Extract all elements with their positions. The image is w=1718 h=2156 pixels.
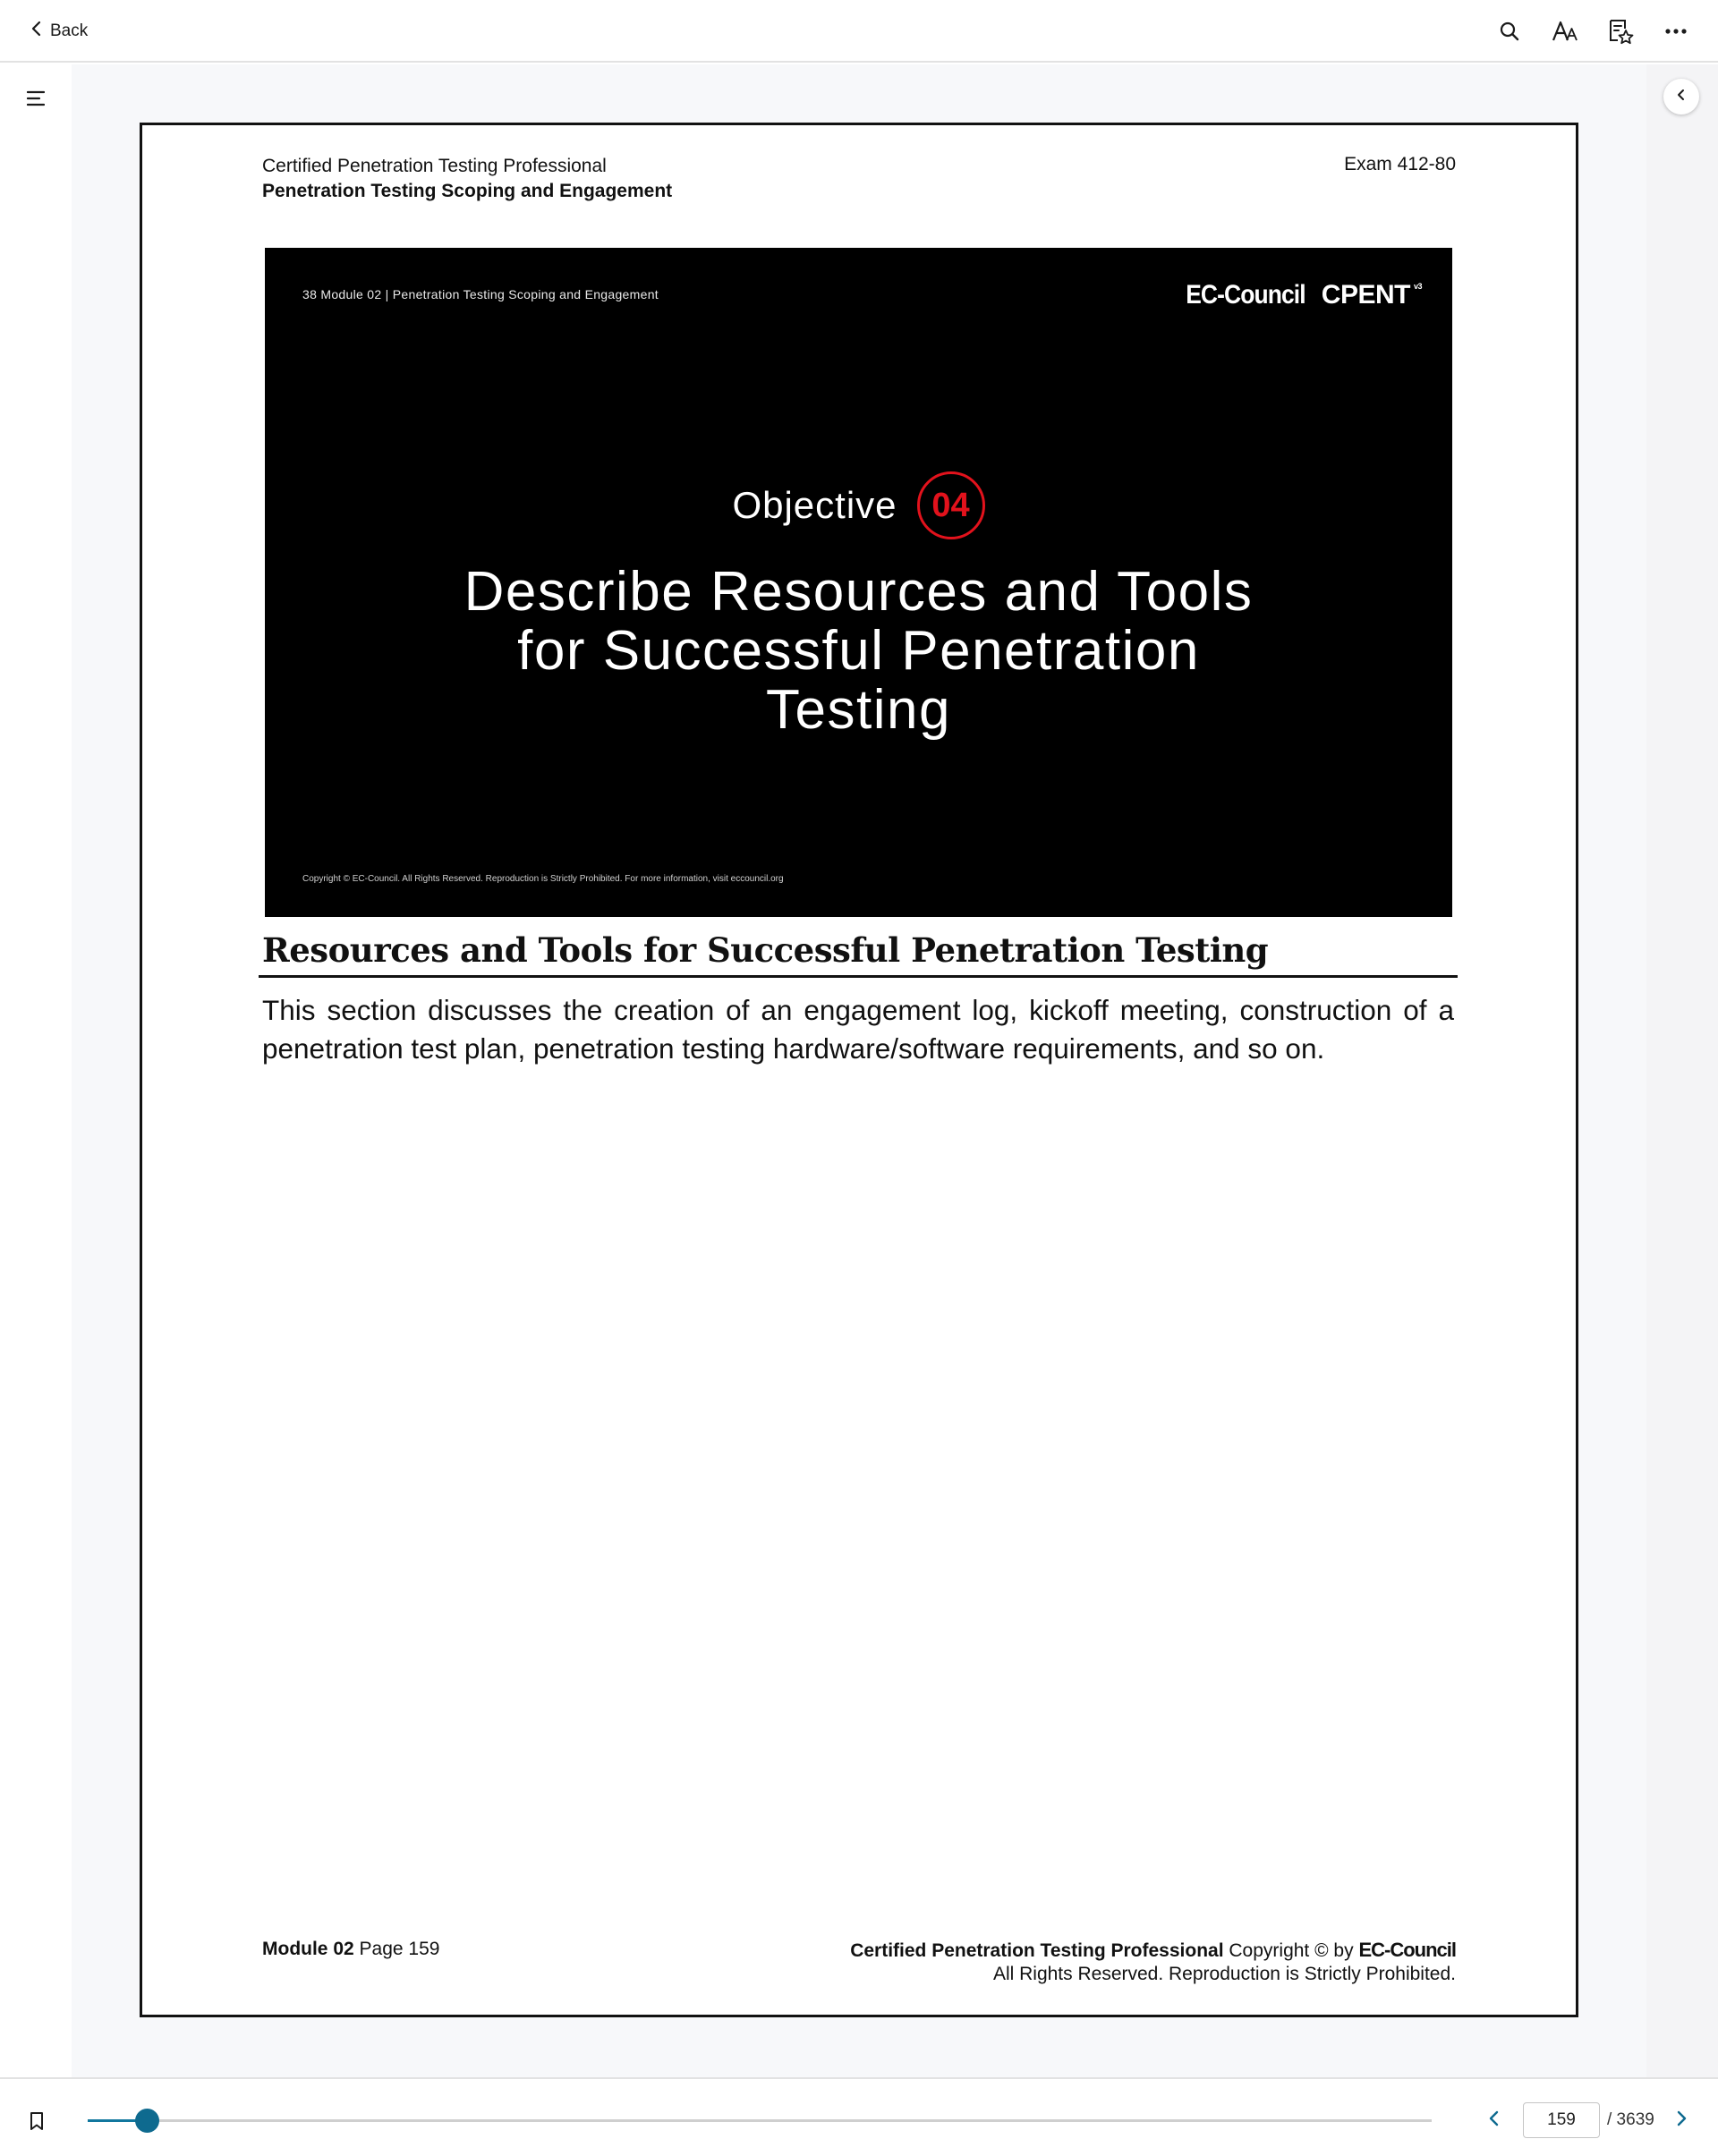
more-icon[interactable] [1661,16,1691,47]
course-title: Certified Penetration Testing Profession… [262,156,607,176]
exam-code: Exam 412-80 [1344,154,1456,174]
next-page-button[interactable] [1668,2107,1695,2134]
collapse-panel-button[interactable] [1663,79,1699,115]
page-total: / 3639 [1607,2110,1654,2129]
chevron-left-icon [1488,2109,1501,2132]
page-footer-left: Module 02 Page 159 [262,1939,439,1960]
left-rail [0,64,72,2077]
cpent-version: v3 [1413,282,1423,291]
slide-copyright: Copyright © EC-Council. All Rights Reser… [302,874,784,884]
search-icon[interactable] [1494,16,1525,47]
objective-label: Objective [732,484,897,526]
footer-page: Page 159 [359,1939,440,1959]
objective-heading: Objective 04 [265,471,1452,539]
slide-breadcrumb: 38 Module 02 | Penetration Testing Scopi… [302,287,659,301]
top-toolbar: Back [0,0,1718,63]
objective-number-badge: 04 [916,471,985,539]
footer-brand: EC-Council [1358,1939,1457,1961]
slide-title-line: Testing [766,679,951,741]
page-header: Certified Penetration Testing Profession… [262,154,672,204]
bookmarks-list-icon[interactable] [1605,16,1636,47]
text-size-icon[interactable] [1550,16,1580,47]
back-label: Back [50,21,89,40]
slide-title: Describe Resources and Tools for Success… [265,563,1452,740]
slider-thumb[interactable] [135,2109,160,2133]
chevron-right-icon [1675,2109,1688,2132]
bottom-toolbar: / 3639 [0,2077,1718,2156]
page-slider[interactable] [88,2109,1432,2133]
section-body: This section discusses the creation of a… [262,994,1454,1065]
right-rail [1646,64,1718,2077]
slide-logos: EC-Council CPENT v3 [1169,280,1422,310]
back-button[interactable]: Back [30,18,88,45]
chevron-left-icon [30,21,43,42]
document-page: Certified Penetration Testing Profession… [140,123,1578,2017]
slide-title-line: for Successful Penetration [517,620,1200,682]
module-title: Penetration Testing Scoping and Engageme… [262,181,673,201]
slide-image: 38 Module 02 | Penetration Testing Scopi… [265,248,1452,917]
cpent-logo-text: CPENT [1321,280,1411,310]
cpent-logo: CPENT v3 [1321,280,1423,310]
previous-page-button[interactable] [1481,2107,1508,2134]
footer-copyright-by: Copyright © by [1229,1940,1354,1961]
footer-course: Certified Penetration Testing Profession… [850,1940,1224,1961]
footer-rights: All Rights Reserved. Reproduction is Str… [992,1964,1456,1984]
table-of-contents-icon[interactable] [21,84,50,113]
section-divider [259,975,1458,978]
bookmark-icon[interactable] [23,2108,50,2135]
slide-title-line: Describe Resources and Tools [464,561,1254,623]
page-number-input[interactable] [1523,2102,1600,2138]
section-title: Resources and Tools for Successful Penet… [262,930,1269,970]
ec-council-logo: EC-Council [1186,280,1306,310]
page-footer-right: Certified Penetration Testing Profession… [850,1939,1457,1986]
footer-module: Module 02 [262,1939,354,1959]
chevron-left-icon [1676,89,1687,106]
